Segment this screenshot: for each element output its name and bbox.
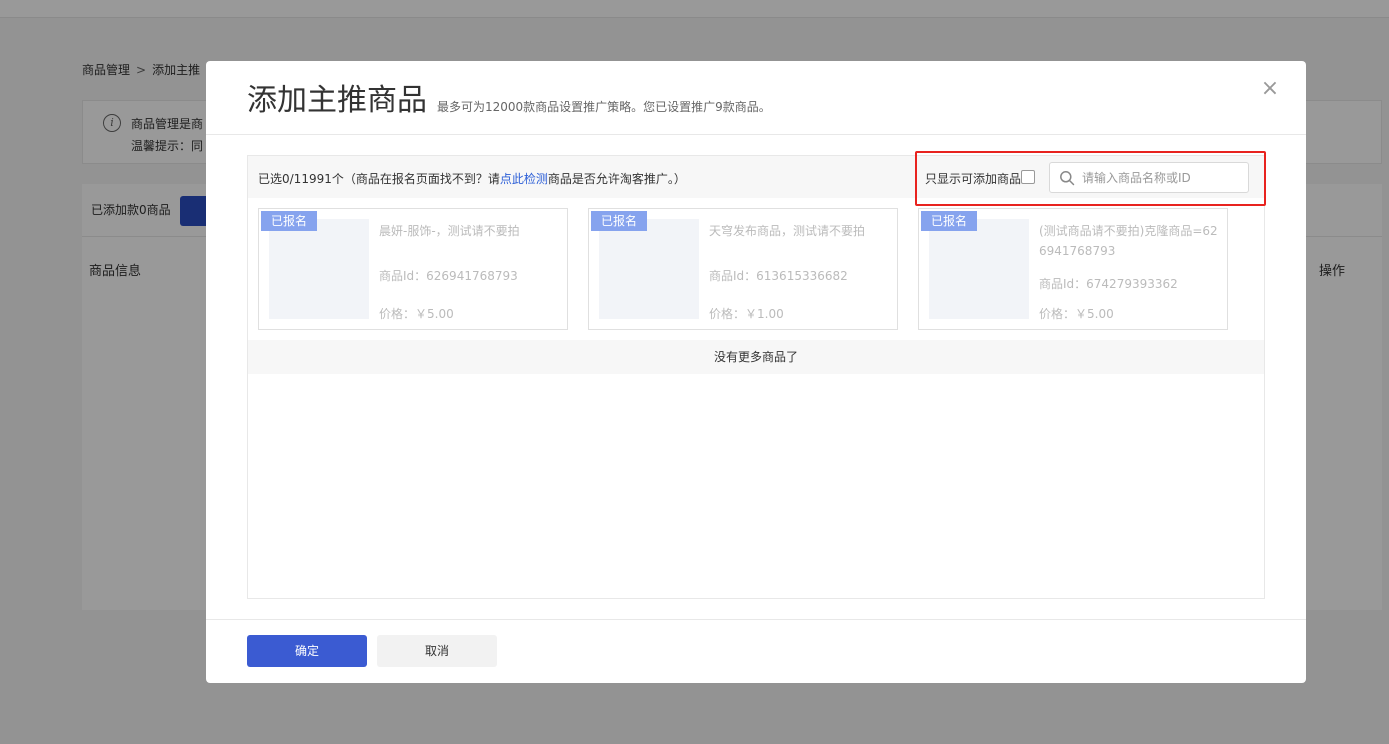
- search-input[interactable]: [1082, 167, 1242, 189]
- selected-prefix: 已选0/11991个（商品在报名页面找不到？请: [258, 172, 500, 186]
- product-price: 价格：￥5.00: [1039, 307, 1114, 321]
- product-price: 价格：￥1.00: [709, 307, 784, 321]
- product-name: 晨妍-服饰-，测试请不要拍: [379, 224, 520, 238]
- product-thumbnail: [599, 219, 699, 319]
- no-more-products: 没有更多商品了: [248, 340, 1264, 374]
- close-icon[interactable]: ×: [1258, 77, 1282, 101]
- modal-footer: 确定 取消: [206, 619, 1306, 683]
- product-id: 商品Id：674279393362: [1039, 277, 1178, 291]
- product-card[interactable]: 已报名 晨妍-服饰-，测试请不要拍 商品Id：626941768793 价格：￥…: [258, 208, 568, 330]
- product-card[interactable]: 已报名 (测试商品请不要拍)克隆商品=626941768793 商品Id：674…: [918, 208, 1228, 330]
- add-featured-product-modal: 添加主推商品 最多可为12000款商品设置推广策略。您已设置推广9款商品。 × …: [206, 61, 1306, 683]
- cancel-button[interactable]: 取消: [377, 635, 497, 667]
- product-thumbnail: [929, 219, 1029, 319]
- panel-toolbar: 已选0/11991个（商品在报名页面找不到？请点此检测商品是否允许淘客推广。） …: [248, 151, 1266, 206]
- modal-header: 添加主推商品 最多可为12000款商品设置推广策略。您已设置推广9款商品。 ×: [206, 61, 1306, 135]
- modal-subtitle: 最多可为12000款商品设置推广策略。您已设置推广9款商品。: [437, 100, 771, 114]
- registered-badge: 已报名: [261, 211, 318, 231]
- product-card[interactable]: 已报名 天穹发布商品，测试请不要拍 商品Id：613615336682 价格：￥…: [588, 208, 898, 330]
- product-name: 天穹发布商品，测试请不要拍: [709, 224, 866, 238]
- search-icon: [1060, 171, 1075, 186]
- product-id: 商品Id：626941768793: [379, 269, 518, 283]
- check-link[interactable]: 点此检测: [500, 172, 548, 186]
- confirm-button[interactable]: 确定: [247, 635, 367, 667]
- registered-badge: 已报名: [591, 211, 648, 231]
- selected-suffix: 商品是否允许淘客推广。）: [547, 172, 686, 186]
- product-id: 商品Id：613615336682: [709, 269, 848, 283]
- product-price: 价格：￥5.00: [379, 307, 454, 321]
- search-box[interactable]: [1049, 162, 1249, 193]
- modal-title: 添加主推商品: [247, 83, 427, 118]
- product-panel: 已选0/11991个（商品在报名页面找不到？请点此检测商品是否允许淘客推广。） …: [247, 151, 1266, 599]
- filter-addable-label[interactable]: 只显示可添加商品: [925, 170, 1021, 187]
- selected-count: 已选0/11991个（商品在报名页面找不到？请点此检测商品是否允许淘客推广。）: [258, 170, 686, 187]
- filter-addable-checkbox[interactable]: [1021, 170, 1035, 184]
- product-name: (测试商品请不要拍)克隆商品=626941768793: [1039, 224, 1218, 258]
- registered-badge: 已报名: [921, 211, 978, 231]
- product-thumbnail: [269, 219, 369, 319]
